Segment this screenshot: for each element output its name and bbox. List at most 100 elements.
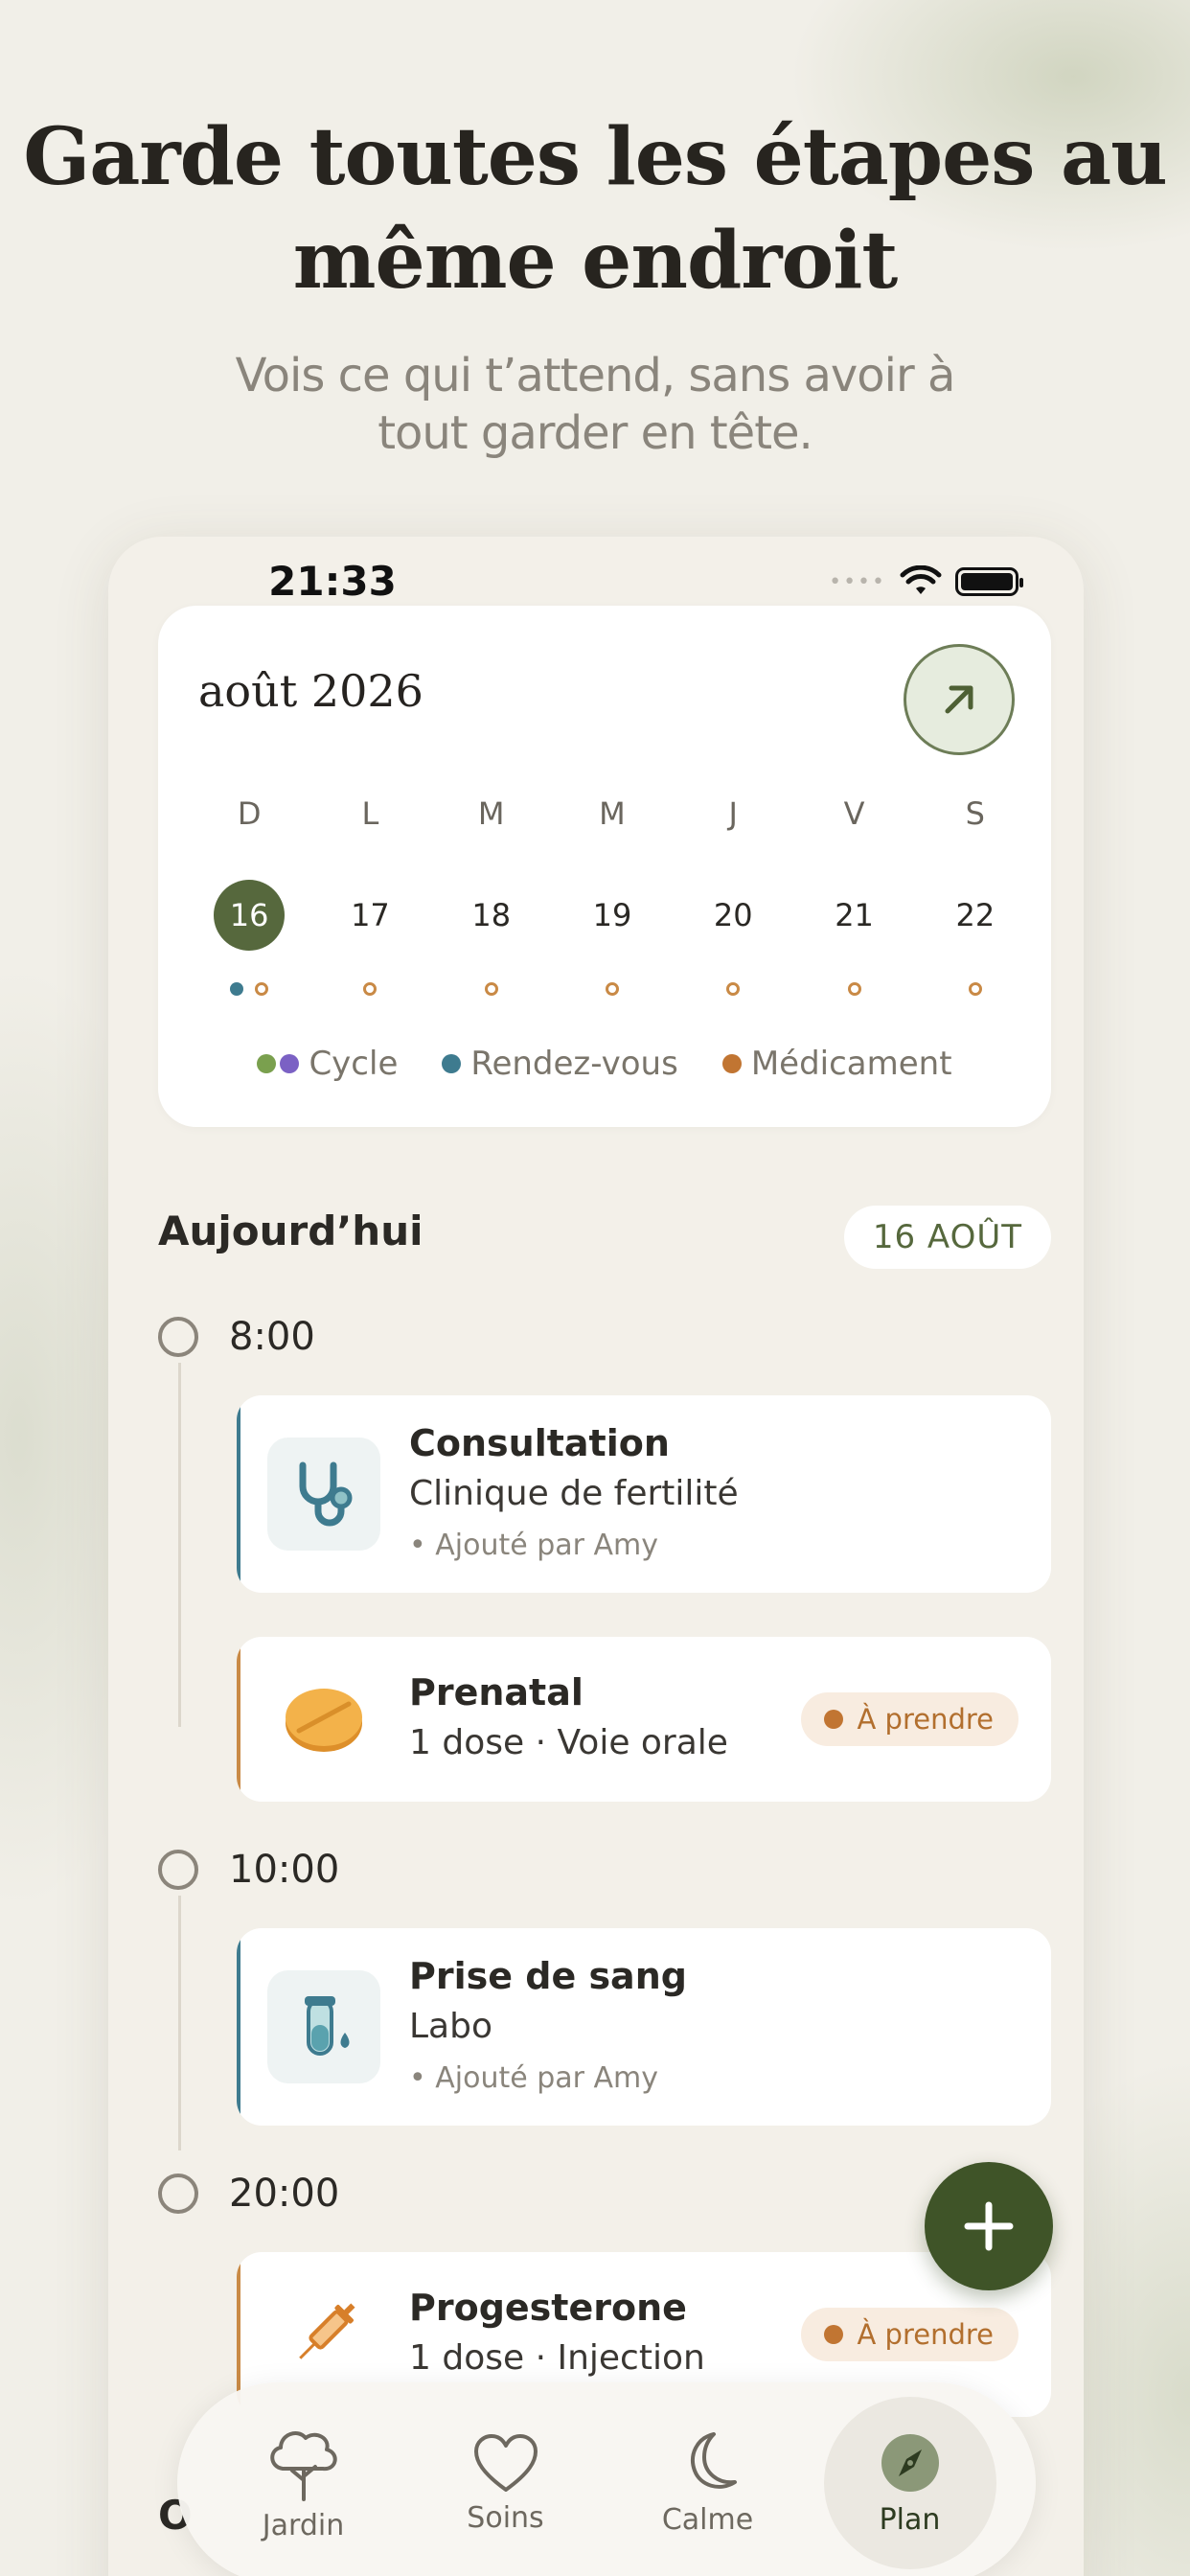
weekday-label: L [361,795,379,832]
time-marker [158,1850,198,1890]
date-cell[interactable]: 21 [819,880,890,951]
time-label: 20:00 [229,2172,340,2216]
medication-marker [605,982,619,996]
calendar-card: août 2026 D L M M J V S 16 17 18 19 20 2… [158,606,1051,1127]
event-title: Prise de sang [409,1955,687,1997]
weekday-label: J [728,795,738,832]
tab-jardin[interactable]: Jardin [217,2397,390,2569]
weekday-row: D L M M J V S [189,795,1036,832]
appointment-marker [230,982,244,996]
event-title: Progesterone [409,2287,687,2329]
event-subtitle: Labo [409,2007,492,2046]
badge-label: À prendre [857,2318,994,2351]
add-button[interactable] [925,2162,1053,2290]
badge-dot [824,2325,844,2344]
tab-bar: Jardin Soins Calme Plan [177,2382,1036,2576]
status-icons: •••• [829,565,1023,598]
headline-line-2: même endroit [292,215,898,307]
badge-dot [824,1710,844,1729]
event-text: Prise de sang Labo • Ajouté par Amy [409,1951,687,2104]
legend-appointment: Rendez-vous [442,1045,678,1083]
tab-label: Plan [879,2502,941,2537]
arrow-up-right-icon [945,685,973,714]
tree-icon [269,2430,337,2501]
today-date-pill: 16 AOÛT [843,1206,1051,1269]
time-slot: 20:00 [158,2172,339,2216]
event-markers-row [189,982,1036,996]
legend-cycle: Cycle [257,1045,398,1083]
event-card-appointment[interactable]: Prise de sang Labo • Ajouté par Amy [237,1928,1051,2126]
legend-dot [280,1054,300,1073]
battery-icon [955,567,1023,596]
event-text: Consultation Clinique de fertilité • Ajo… [409,1418,739,1572]
date-row: 16 17 18 19 20 21 22 [189,880,1036,951]
event-meta: • Ajouté par Amy [409,1529,659,1562]
medication-marker [726,982,741,996]
time-marker [158,1317,198,1357]
date-cell[interactable]: 17 [334,880,405,951]
month-title: août 2026 [198,665,423,717]
weekday-label: V [843,795,865,832]
medication-marker [484,982,498,996]
legend-dot [442,1054,462,1073]
legend-medication: Médicament [721,1045,952,1083]
signal-icon: •••• [829,569,886,594]
legend-label: Médicament [750,1045,952,1083]
tab-label: Soins [467,2500,544,2535]
subheadline: Vois ce qui t’attend, sans avoir à tout … [0,347,1190,462]
today-heading: Aujourd’hui [158,1208,423,1254]
subheadline-line-1: Vois ce qui t’attend, sans avoir à [235,349,956,402]
legend-dot [721,1054,742,1073]
date-cell[interactable]: 20 [698,880,768,951]
tab-label: Jardin [262,2508,345,2542]
headline-line-1: Garde toutes les étapes au [23,111,1168,203]
time-marker [158,2174,198,2214]
expand-calendar-button[interactable] [904,644,1015,755]
tab-label: Calme [661,2502,754,2537]
phone-screen: 21:33 •••• août 2026 D L M M J V S 16 17 [108,537,1084,2576]
wifi-icon [900,565,942,594]
test-tube-icon [267,1970,380,2083]
event-subtitle: 1 dose · Injection [409,2338,705,2378]
tab-soins[interactable]: Soins [420,2397,592,2569]
status-time: 21:33 [268,558,397,605]
stethoscope-icon [267,1438,380,1551]
weekday-label: D [237,795,262,832]
event-subtitle: 1 dose · Voie orale [409,1723,728,1762]
event-text: Progesterone 1 dose · Injection [409,2283,705,2384]
timeline-line [178,1896,181,2150]
status-badge[interactable]: À prendre [801,1692,1018,1746]
subheadline-line-2: tout garder en tête. [378,406,813,460]
headline: Garde toutes les étapes au même endroit [0,105,1190,312]
moon-icon [690,2431,737,2489]
legend-dot [257,1054,277,1073]
weekday-label: S [965,795,985,832]
event-card-appointment[interactable]: Consultation Clinique de fertilité • Ajo… [237,1395,1051,1593]
event-meta: • Ajouté par Amy [409,2061,659,2095]
event-card-medication[interactable]: Prenatal 1 dose · Voie orale À prendre [237,1637,1051,1802]
date-cell-selected[interactable]: 16 [214,880,286,951]
badge-label: À prendre [857,1703,994,1736]
date-cell[interactable]: 19 [577,880,648,951]
event-title: Prenatal [409,1671,584,1714]
event-title: Consultation [409,1422,670,1464]
medication-marker [363,982,378,996]
date-cell[interactable]: 18 [456,880,527,951]
time-label: 10:00 [229,1848,340,1892]
calendar-legend: Cycle Rendez-vous Médicament [158,1045,1051,1083]
medication-marker [847,982,861,996]
event-subtitle: Clinique de fertilité [409,1474,739,1513]
weekday-label: M [477,795,505,832]
weekday-label: M [599,795,626,832]
syringe-icon [267,2278,380,2391]
time-label: 8:00 [229,1315,315,1359]
status-badge[interactable]: À prendre [801,2308,1018,2361]
event-text: Prenatal 1 dose · Voie orale [409,1668,728,1769]
tab-calme[interactable]: Calme [622,2397,794,2569]
plus-icon [964,2201,1014,2251]
pill-icon [267,1663,380,1776]
tab-plan[interactable]: Plan [823,2397,996,2569]
legend-label: Rendez-vous [470,1045,678,1083]
medication-marker [255,982,269,996]
date-cell[interactable]: 22 [940,880,1011,951]
